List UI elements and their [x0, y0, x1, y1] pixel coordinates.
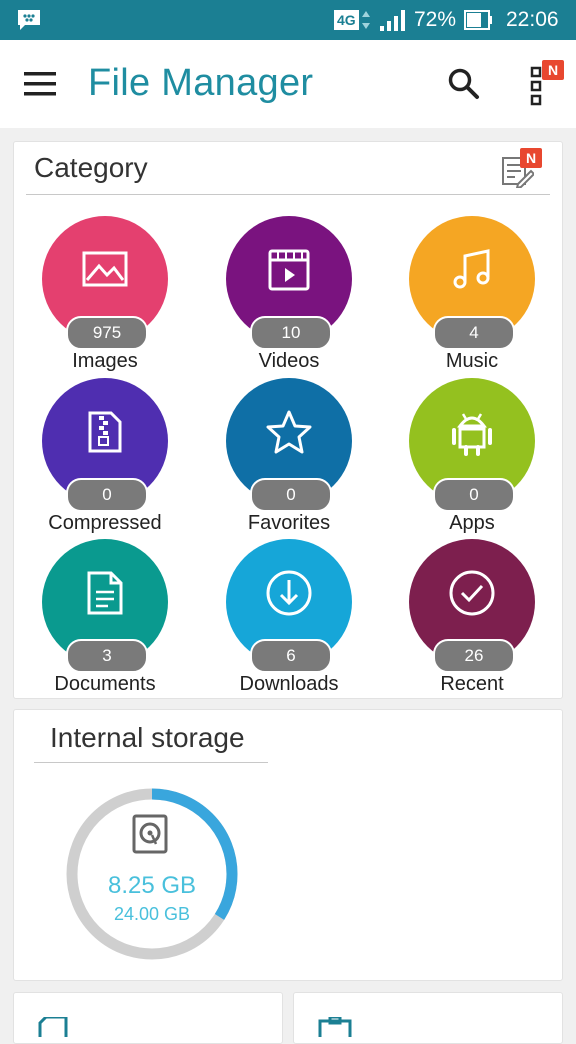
category-divider	[26, 194, 550, 195]
star-icon	[265, 409, 313, 455]
category-title: Category	[34, 152, 148, 183]
zip-icon	[87, 410, 123, 454]
category-card: Category N 975 Images 10 Videos 4 Music 0 Compr…	[13, 141, 563, 699]
category-badge: N	[520, 148, 542, 168]
video-icon	[267, 248, 311, 292]
category-label: Videos	[258, 350, 320, 372]
app-title: File Manager	[88, 62, 314, 104]
status-bar: 4G 72% 22:06	[0, 0, 576, 40]
bottom-card-right[interactable]	[293, 992, 563, 1044]
storage-drive-icon	[132, 814, 172, 858]
category-label: Recent	[440, 673, 504, 695]
category-count: 975	[66, 316, 148, 350]
menu-icon[interactable]	[22, 68, 58, 100]
category-documents[interactable]: 3 Documents	[15, 539, 195, 699]
storage-ring: 8.25 GB 24.00 GB	[62, 784, 242, 964]
more-icon[interactable]: N	[526, 58, 570, 106]
bbm-icon	[16, 0, 42, 40]
category-count: 6	[250, 639, 332, 673]
clock: 22:06	[506, 8, 559, 31]
network-label: 4G	[334, 10, 359, 30]
sd-card-icon	[38, 1017, 68, 1037]
category-label: Apps	[449, 512, 495, 534]
category-count: 26	[433, 639, 515, 673]
category-label: Favorites	[247, 512, 331, 534]
recent-icon	[448, 569, 496, 617]
category-count: 10	[250, 316, 332, 350]
network-type: 4G	[334, 0, 371, 40]
storage-title: Internal storage	[50, 722, 245, 753]
category-label: Images	[72, 350, 138, 372]
download-icon	[265, 569, 313, 617]
category-music[interactable]: 4 Music	[382, 216, 562, 376]
storage-divider	[34, 762, 268, 763]
category-downloads[interactable]: 6 Downloads	[199, 539, 379, 699]
edit-notes-icon[interactable]: N	[498, 148, 548, 190]
search-icon[interactable]	[446, 66, 482, 102]
category-label: Compressed	[48, 512, 162, 534]
music-icon	[450, 248, 494, 292]
app-bar: File Manager N	[0, 40, 576, 128]
category-recent[interactable]: 26 Recent	[382, 539, 562, 699]
category-count: 0	[66, 478, 148, 512]
category-count: 0	[433, 478, 515, 512]
battery-icon	[464, 0, 494, 40]
category-label: Music	[445, 350, 499, 372]
signal-icon	[378, 0, 408, 40]
category-count: 0	[250, 478, 332, 512]
image-icon	[81, 250, 129, 290]
document-icon	[86, 570, 124, 616]
category-images[interactable]: 975 Images	[15, 216, 195, 376]
category-count: 4	[433, 316, 515, 350]
storage-used: 8.25 GB	[107, 872, 197, 899]
category-apps[interactable]: 0 Apps	[382, 378, 562, 538]
cloud-storage-icon	[318, 1017, 352, 1037]
category-label: Downloads	[239, 673, 339, 695]
battery-percent: 72%	[414, 8, 457, 31]
notification-badge: N	[542, 60, 564, 80]
category-label: Documents	[54, 673, 156, 695]
category-videos[interactable]: 10 Videos	[199, 216, 379, 376]
category-count: 3	[66, 639, 148, 673]
storage-card[interactable]: Internal storage 8.25 GB 24.00 GB	[13, 709, 563, 981]
category-favorites[interactable]: 0 Favorites	[199, 378, 379, 538]
category-compressed[interactable]: 0 Compressed	[15, 378, 195, 538]
storage-total: 24.00 GB	[113, 904, 191, 924]
android-icon	[450, 408, 494, 456]
bottom-card-left[interactable]	[13, 992, 283, 1044]
